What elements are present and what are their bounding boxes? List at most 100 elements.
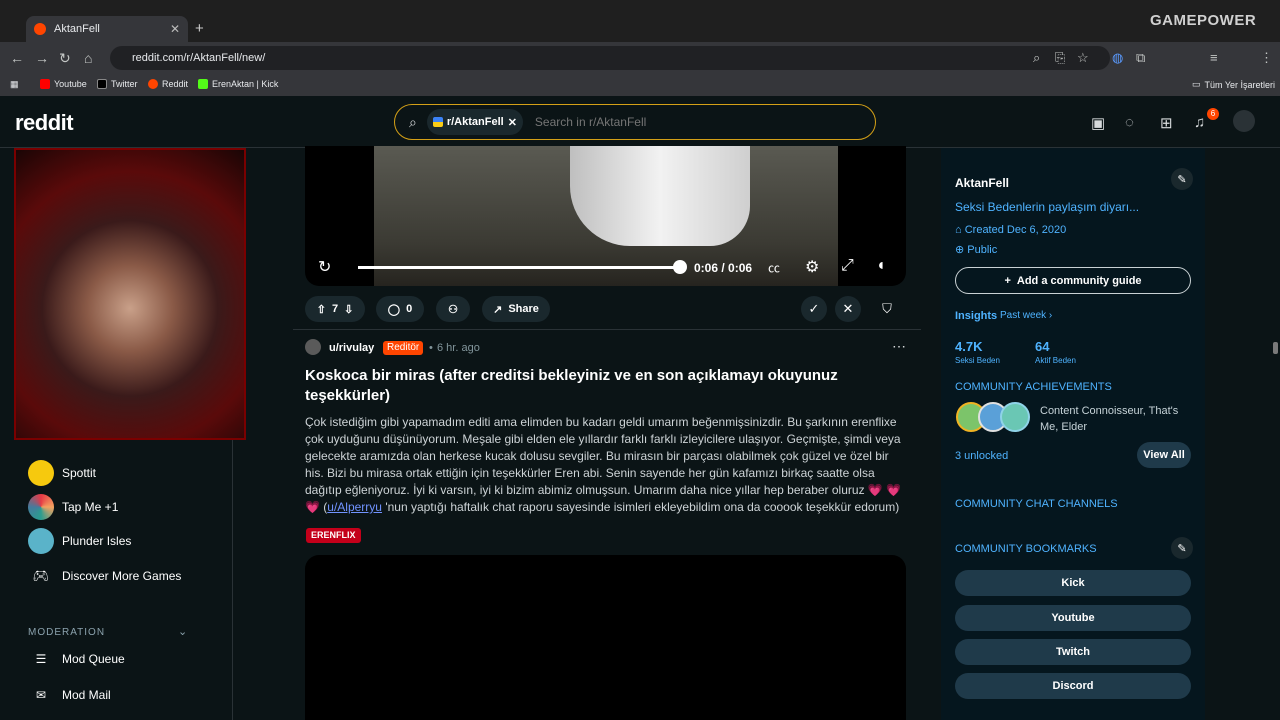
youtube-icon xyxy=(40,79,50,89)
user-avatar[interactable] xyxy=(1233,110,1255,132)
subreddit-chip[interactable]: r/AktanFell ✕ xyxy=(426,109,523,135)
author-avatar[interactable] xyxy=(305,339,321,355)
online-count: 64 xyxy=(1035,339,1050,354)
scrollbar-thumb[interactable] xyxy=(1273,342,1278,354)
award-button[interactable]: ⚇ xyxy=(436,296,470,322)
upvote-icon[interactable]: ⇧ xyxy=(317,303,326,316)
mail-icon: ✉ xyxy=(35,688,47,702)
queue-icon: ☰ xyxy=(35,652,47,666)
dot-separator: • xyxy=(429,342,433,354)
mod-queue[interactable]: ☰ Mod Queue xyxy=(28,652,125,666)
reload-icon[interactable]: ↻ xyxy=(59,50,71,67)
edit-bookmarks-icon[interactable]: ✎ xyxy=(1171,537,1193,559)
next-video-player[interactable] xyxy=(305,555,906,720)
user-mention-link[interactable]: u/Alperryu xyxy=(327,500,382,514)
post-divider xyxy=(293,329,921,330)
ad-icon[interactable]: ▣ xyxy=(1091,114,1105,132)
bookmark-reddit[interactable]: Reddit xyxy=(148,79,188,89)
add-community-guide-button[interactable]: + Add a community guide xyxy=(955,267,1191,294)
insights-period[interactable]: Past week › xyxy=(1000,310,1052,321)
downvote-icon[interactable]: ⇩ xyxy=(344,303,353,316)
install-icon[interactable]: ⎘ xyxy=(1055,50,1065,66)
all-bookmarks[interactable]: ▭ Tüm Yer İşaretleri xyxy=(1192,79,1275,90)
game-spottit[interactable]: Spottit xyxy=(28,460,96,486)
chat-icon[interactable]: ◌ xyxy=(1125,114,1134,131)
media-icon[interactable]: ≡ xyxy=(1210,50,1218,65)
achievements-heading: COMMUNITY ACHIEVEMENTS xyxy=(955,381,1112,393)
captions-icon[interactable]: ㏄ xyxy=(768,259,780,276)
reddit-logo[interactable]: reddit xyxy=(15,110,74,136)
mod-mail[interactable]: ✉ Mod Mail xyxy=(28,688,111,702)
achievement-badge-icon xyxy=(1000,402,1030,432)
bookmark-twitter[interactable]: Twitter xyxy=(97,79,138,89)
menu-icon[interactable]: ⋮ xyxy=(1260,50,1273,66)
zoom-icon[interactable]: ⌕ xyxy=(1033,50,1040,66)
online-label: Aktif Beden xyxy=(1035,356,1076,365)
author-flair: Reditör xyxy=(383,341,424,355)
cake-icon: ⌂ xyxy=(955,224,962,236)
post-flair[interactable]: ERENFLIX xyxy=(306,528,361,543)
apps-icon[interactable]: ▦ xyxy=(10,79,19,90)
seek-knob[interactable] xyxy=(673,260,687,274)
bookmark-youtube[interactable]: Youtube xyxy=(40,79,87,89)
bookmark-discord-button[interactable]: Discord xyxy=(955,673,1191,699)
post-title[interactable]: Koskoca bir miras (after creditsi bekley… xyxy=(305,366,885,406)
approve-button[interactable]: ✓ xyxy=(801,296,827,322)
video-time: 0:06 / 0:06 xyxy=(694,261,753,275)
plunder-isles-icon xyxy=(28,528,54,554)
plus-icon: + xyxy=(1004,274,1011,287)
chevron-down-icon[interactable]: ⌄ xyxy=(178,625,187,638)
chip-close-icon[interactable]: ✕ xyxy=(508,116,517,129)
insights-label: Insights xyxy=(955,310,998,322)
edit-community-icon[interactable]: ✎ xyxy=(1171,168,1193,190)
browser-tab[interactable]: AktanFell ✕ xyxy=(26,16,188,42)
post-body-end: 'nun yaptığı haftalık chat raporu sayesi… xyxy=(381,500,900,514)
scrollbar[interactable] xyxy=(1272,148,1280,720)
bookmark-kick[interactable]: ErenAktan | Kick xyxy=(198,79,278,89)
search-bar[interactable]: ⌕ r/AktanFell ✕ xyxy=(394,104,876,140)
video-content xyxy=(570,146,750,246)
discover-games[interactable]: 🎮︎ Discover More Games xyxy=(28,568,182,584)
kick-icon xyxy=(198,79,208,89)
star-icon[interactable]: ☆ xyxy=(1077,50,1089,66)
video-seekbar[interactable] xyxy=(358,266,680,269)
notification-badge: 6 xyxy=(1207,108,1219,120)
post-author[interactable]: u/rivulay xyxy=(329,342,374,354)
remove-button[interactable]: ✕ xyxy=(835,296,861,322)
settings-icon[interactable]: ⚙ xyxy=(805,257,819,277)
game-tap-me[interactable]: Tap Me +1 xyxy=(28,494,118,520)
back-icon[interactable]: ← xyxy=(10,50,24,66)
forward-icon[interactable]: → xyxy=(35,50,49,66)
members-count: 4.7K xyxy=(955,339,983,354)
overlay-brand-logo: GAMEPOWER xyxy=(1150,12,1257,29)
bookmark-twitch-button[interactable]: Twitch xyxy=(955,639,1191,665)
notifications-icon[interactable]: ♫ xyxy=(1194,114,1205,131)
community-description: Seksi Bedenlerin paylaşım diyarı... xyxy=(955,200,1140,214)
url-field[interactable]: reddit.com/r/AktanFell/new/ xyxy=(110,46,1110,70)
home-icon[interactable]: ⌂ xyxy=(84,50,92,66)
bookmarks-heading: COMMUNITY BOOKMARKS xyxy=(955,543,1097,555)
bookmark-youtube-button[interactable]: Youtube xyxy=(955,605,1191,631)
vote-control[interactable]: ⇧ 7 ⇩ xyxy=(305,296,365,322)
view-all-button[interactable]: View All xyxy=(1137,442,1191,468)
comments-button[interactable]: ◯ 0 xyxy=(376,296,424,322)
new-tab-button[interactable]: + xyxy=(195,20,204,37)
fullscreen-icon[interactable]: ⤢ xyxy=(841,257,854,275)
award-icon: ⚇ xyxy=(448,303,458,316)
extension-icon[interactable]: ◍ xyxy=(1112,50,1123,66)
replay-icon[interactable]: ↻ xyxy=(318,257,331,277)
unlocked-count: 3 unlocked xyxy=(955,450,1009,462)
chat-channels-heading[interactable]: COMMUNITY CHAT CHANNELS xyxy=(955,498,1118,510)
puzzle-icon[interactable]: ⧉ xyxy=(1136,50,1145,66)
shield-icon[interactable]: ⛉ xyxy=(874,296,900,322)
tab-title: AktanFell xyxy=(54,23,100,35)
share-button[interactable]: ↗ Share xyxy=(482,296,550,322)
create-post-icon[interactable]: ⊞ xyxy=(1160,114,1173,132)
bookmark-kick-button[interactable]: Kick xyxy=(955,570,1191,596)
close-tab-icon[interactable]: ✕ xyxy=(170,22,180,36)
volume-icon[interactable]: ◖ xyxy=(876,257,886,275)
game-plunder-isles[interactable]: Plunder Isles xyxy=(28,528,131,554)
post-body: Çok istediğim gibi yapamadım editi ama e… xyxy=(305,414,905,516)
search-input[interactable] xyxy=(534,115,815,129)
post-menu-icon[interactable]: ⋯ xyxy=(892,338,906,355)
